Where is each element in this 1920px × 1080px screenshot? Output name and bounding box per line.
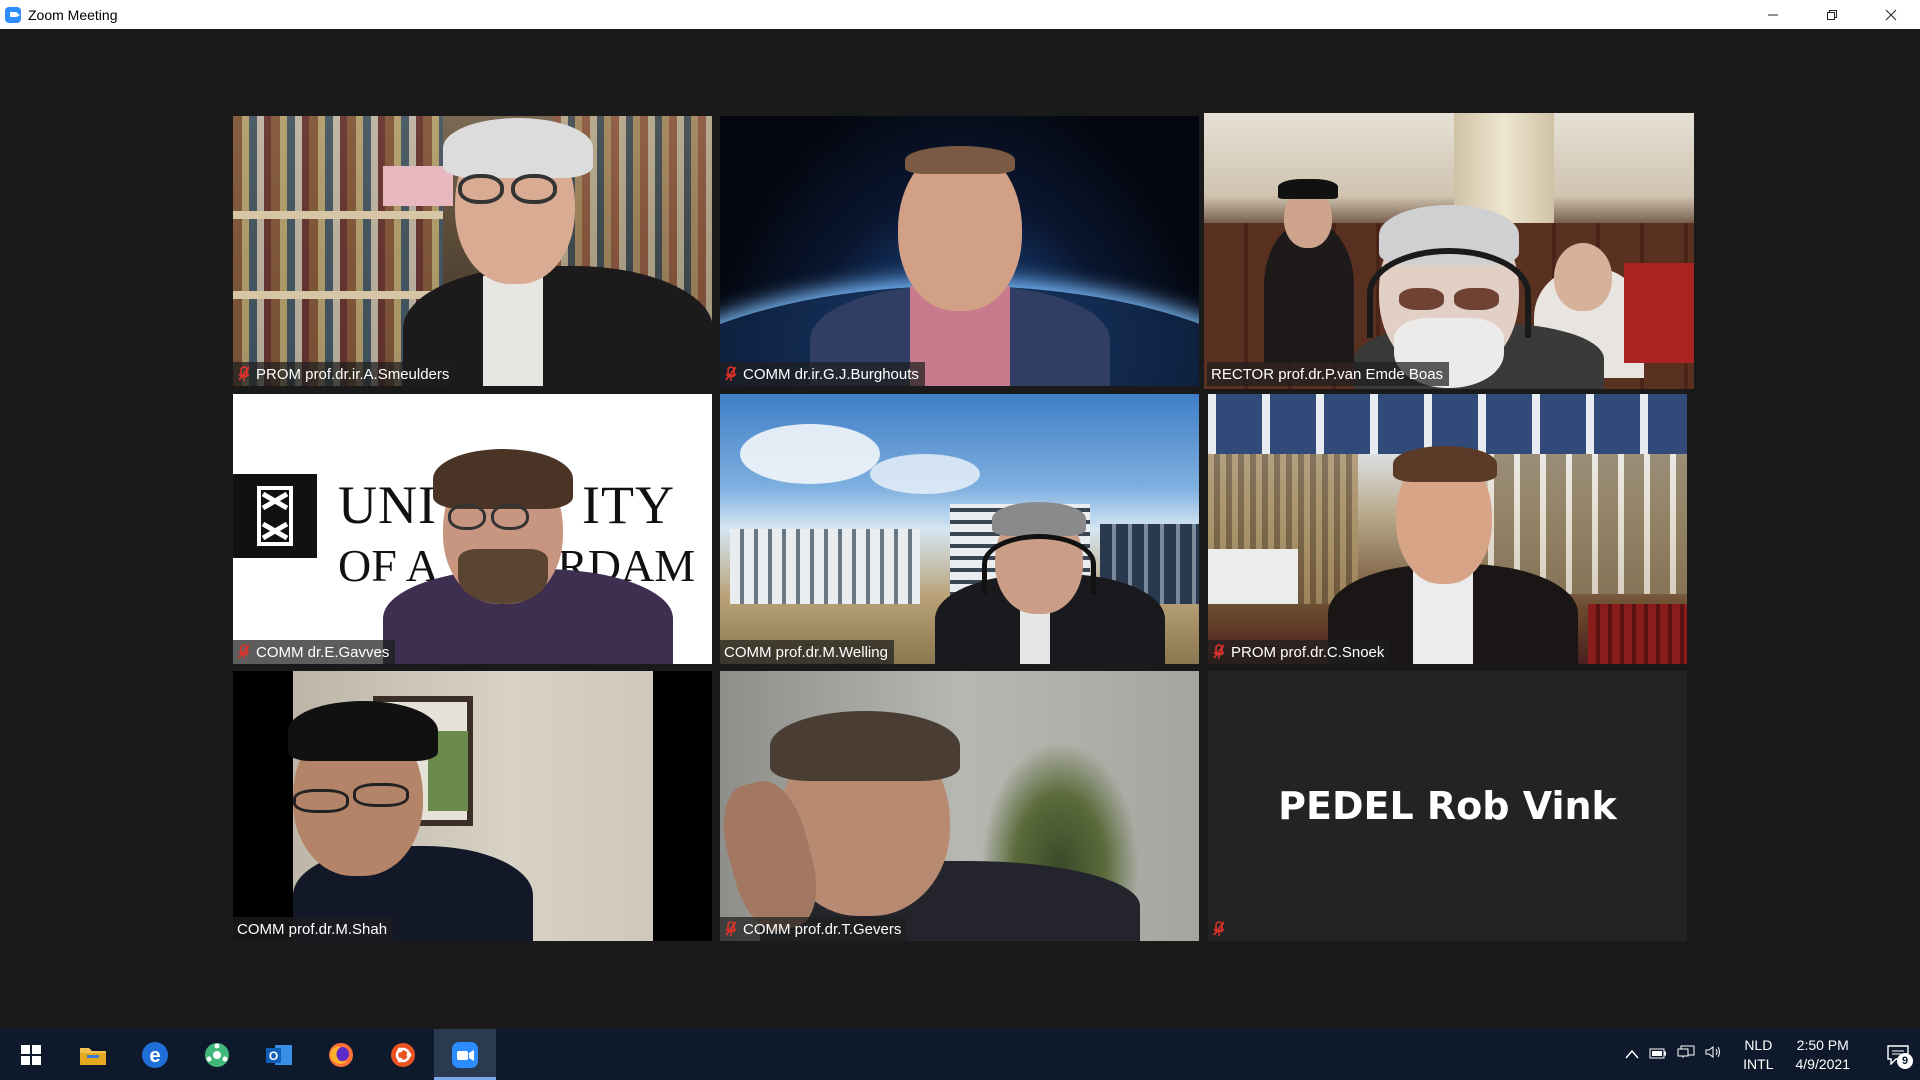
participant-name: COMM dr.ir.G.J.Burghouts: [743, 365, 919, 383]
zoom-app-icon: [5, 6, 21, 23]
taskbar-ubuntu[interactable]: [372, 1029, 434, 1080]
windows-taskbar: e O NLD INTL 2:50 PM 4/9/2021 9: [0, 1029, 1920, 1080]
battery-indicator[interactable]: [1649, 1046, 1667, 1064]
participant-name: COMM prof.dr.M.Welling: [724, 643, 888, 661]
language-code: NLD: [1744, 1036, 1773, 1053]
participant-name: PROM prof.dr.ir.A.Smeulders: [256, 365, 450, 383]
keyboard-layout: INTL: [1743, 1055, 1774, 1072]
restore-icon: [1826, 9, 1837, 20]
video-tile-burghouts[interactable]: COMM dr.ir.G.J.Burghouts: [720, 116, 1199, 386]
video-tile-shah[interactable]: COMM prof.dr.M.Shah: [233, 671, 712, 941]
clock-date: 4/9/2021: [1795, 1055, 1851, 1072]
muted-mic-icon: [724, 366, 738, 382]
title-bar: Zoom Meeting: [0, 0, 1920, 29]
zoom-icon: [452, 1041, 478, 1068]
start-icon: [21, 1044, 41, 1065]
close-icon: [1885, 9, 1896, 20]
participant-nametag: [1208, 917, 1232, 941]
clock[interactable]: 2:50 PM 4/9/2021: [1796, 1036, 1851, 1074]
svg-text:O: O: [269, 1049, 278, 1063]
network-indicator[interactable]: [1677, 1045, 1695, 1064]
video-tile-gevers[interactable]: COMM prof.dr.T.Gevers: [720, 671, 1199, 941]
participant-display-name: PEDEL Rob Vink: [1278, 784, 1617, 828]
muted-mic-icon: [724, 921, 738, 937]
uva-logo: [233, 474, 317, 558]
video-tile-smeulders[interactable]: PROM prof.dr.ir.A.Smeulders: [233, 116, 712, 386]
network-icon: [1677, 1045, 1695, 1058]
taskbar-outlook[interactable]: O: [248, 1029, 310, 1080]
action-center-button[interactable]: 9: [1876, 1029, 1920, 1080]
restore-button[interactable]: [1802, 0, 1861, 29]
participant-name: COMM prof.dr.T.Gevers: [743, 920, 902, 938]
chevron-up-icon: [1625, 1049, 1639, 1058]
uva-crest-icon: [257, 486, 293, 546]
participant-name: RECTOR prof.dr.P.van Emde Boas: [1211, 365, 1444, 383]
participant-nametag: COMM prof.dr.M.Shah: [233, 917, 394, 941]
video-tile-gavves[interactable]: UNIV ITY OF A ERDAM COMM dr.E.Gavves: [233, 394, 712, 664]
show-hidden-icons-button[interactable]: [1625, 1046, 1639, 1064]
participant-nametag: PROM prof.dr.ir.A.Smeulders: [233, 362, 456, 386]
ubuntu-icon: [391, 1042, 415, 1067]
participant-nametag: COMM prof.dr.T.Gevers: [720, 917, 908, 941]
participant-nametag: PROM prof.dr.C.Snoek: [1208, 640, 1391, 664]
volume-indicator[interactable]: [1705, 1045, 1723, 1064]
battery-icon: [1649, 1048, 1667, 1058]
system-tray: NLD INTL 2:50 PM 4/9/2021 9: [1625, 1029, 1920, 1080]
minimize-icon: [1767, 14, 1778, 15]
window-controls: [1743, 0, 1920, 29]
participant-nametag: COMM dr.E.Gavves: [233, 640, 396, 664]
speaker-icon: [1705, 1046, 1721, 1058]
participant-name: COMM dr.E.Gavves: [256, 643, 390, 661]
clock-time: 2:50 PM: [1796, 1036, 1849, 1053]
muted-mic-icon: [1212, 644, 1226, 660]
video-tile-welling[interactable]: COMM prof.dr.M.Welling: [720, 394, 1199, 664]
minimize-button[interactable]: [1743, 0, 1802, 29]
taskbar-file-explorer[interactable]: [62, 1029, 124, 1080]
participant-name: PROM prof.dr.C.Snoek: [1231, 643, 1385, 661]
tray-icons: [1625, 1045, 1723, 1064]
network-app-icon: [205, 1042, 229, 1067]
muted-mic-icon: [1212, 921, 1226, 937]
svg-text:e: e: [149, 1045, 160, 1067]
taskbar-network-app[interactable]: [186, 1029, 248, 1080]
participant-nametag: COMM prof.dr.M.Welling: [720, 640, 894, 664]
video-tile-rob-vink[interactable]: PEDEL Rob Vink: [1208, 671, 1687, 941]
input-language-indicator[interactable]: NLD INTL: [1743, 1036, 1773, 1074]
edge-icon: e: [142, 1041, 168, 1068]
window-title: Zoom Meeting: [28, 6, 118, 23]
video-tile-snoek[interactable]: PROM prof.dr.C.Snoek: [1208, 394, 1687, 664]
taskbar-firefox[interactable]: [310, 1029, 372, 1080]
muted-mic-icon: [237, 644, 251, 660]
firefox-icon: [329, 1042, 353, 1067]
close-button[interactable]: [1861, 0, 1920, 29]
participant-nametag: COMM dr.ir.G.J.Burghouts: [720, 362, 925, 386]
outlook-icon: O: [266, 1044, 292, 1065]
participant-name: COMM prof.dr.M.Shah: [237, 920, 388, 938]
participant-nametag: RECTOR prof.dr.P.van Emde Boas: [1207, 362, 1450, 386]
gallery-view: PROM prof.dr.ir.A.Smeulders COMM dr.ir.G…: [0, 29, 1920, 1029]
video-tile-van-emde-boas[interactable]: RECTOR prof.dr.P.van Emde Boas: [1204, 113, 1694, 389]
file-explorer-icon: [80, 1047, 106, 1065]
start-button[interactable]: [0, 1029, 62, 1080]
taskbar-zoom[interactable]: [434, 1029, 496, 1080]
notification-count-badge: 9: [1897, 1053, 1913, 1069]
muted-mic-icon: [237, 366, 251, 382]
taskbar-edge[interactable]: e: [124, 1029, 186, 1080]
